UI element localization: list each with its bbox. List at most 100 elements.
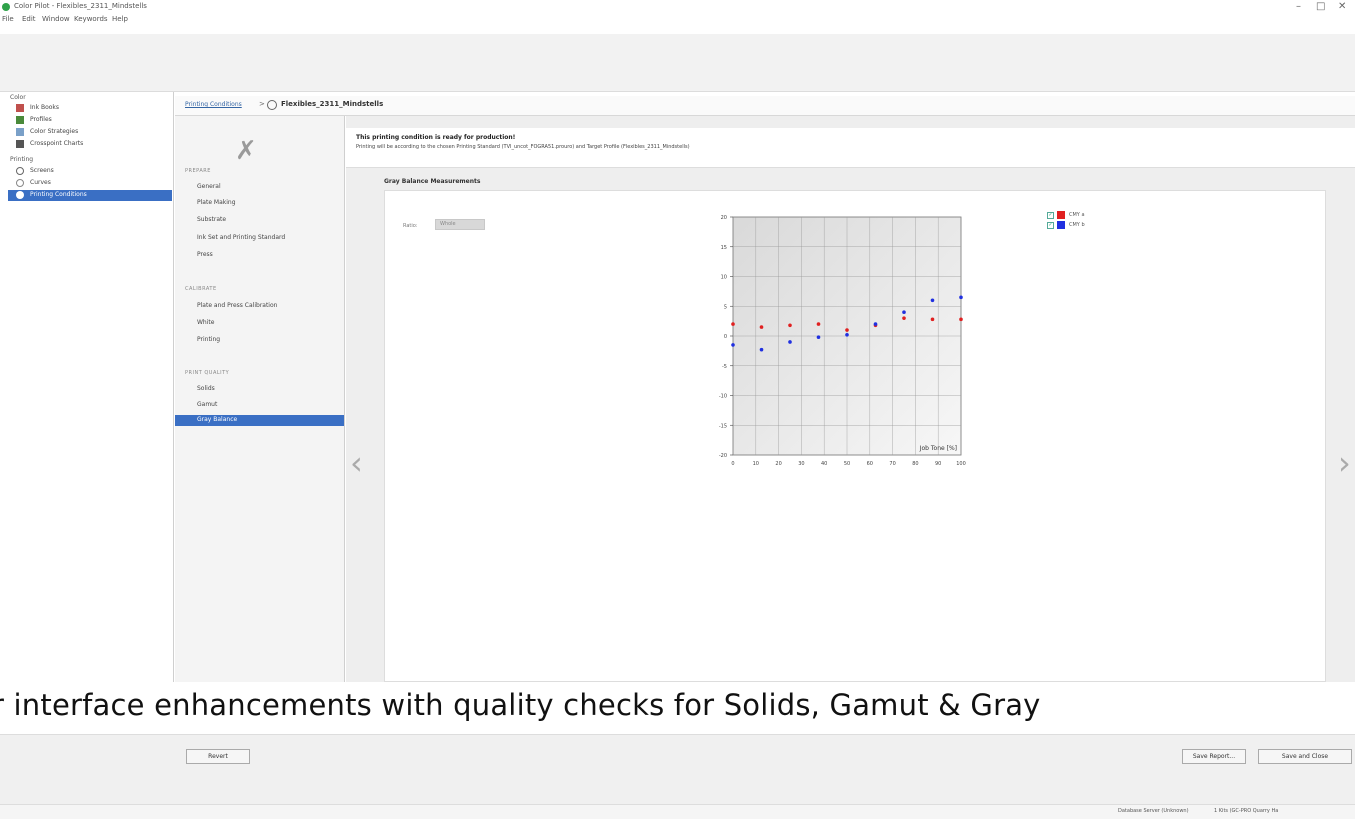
data-point-cmy-b xyxy=(759,347,764,352)
sidebar-item-label: Color Strategies xyxy=(30,128,79,135)
nav-item-press[interactable]: Press xyxy=(175,250,344,261)
data-point-cmy-b xyxy=(930,298,935,303)
caption-overlay: r interface enhancements with quality ch… xyxy=(0,682,1355,734)
save-and-close-button[interactable]: Save and Close xyxy=(1258,749,1352,764)
nav-item-printing[interactable]: Printing xyxy=(175,335,344,346)
strategy-icon xyxy=(16,128,24,136)
legend-item-cmy-a[interactable]: ✓ CMY a xyxy=(1047,211,1127,221)
ratio-select[interactable]: Whole xyxy=(435,219,485,230)
data-point-cmy-b xyxy=(959,295,963,300)
nav-item-label: General xyxy=(197,183,221,190)
curve-icon xyxy=(16,179,24,187)
main-content: This printing condition is ready for pro… xyxy=(346,116,1355,682)
sidebar-item-label: Profiles xyxy=(30,116,52,123)
nav-section-print-quality: PRINT QUALITY xyxy=(185,370,230,376)
profile-icon xyxy=(16,116,24,124)
nav-item-white[interactable]: White xyxy=(175,318,344,329)
chart-icon xyxy=(16,140,24,148)
minimize-button[interactable]: – xyxy=(1296,1,1301,12)
x-tick-label: 60 xyxy=(867,461,873,467)
maximize-button[interactable]: □ xyxy=(1316,1,1325,12)
data-point-cmy-a xyxy=(930,317,935,322)
close-button[interactable]: ✕ xyxy=(1338,1,1346,12)
menu-bar: File Edit Window Keywords Help xyxy=(0,14,1355,28)
gray-balance-chart: 0 10 20 30 40 50 60 70 80 90 10020151050-5-10-15-2… xyxy=(719,215,966,467)
nav-item-label: Printing xyxy=(197,336,221,343)
revert-button[interactable]: Revert xyxy=(186,749,250,764)
sidebar-item-screens[interactable]: Screens xyxy=(8,166,172,177)
nav-item-substrate[interactable]: Substrate xyxy=(175,215,344,226)
y-tick-label: -15 xyxy=(719,423,727,429)
chart-legend: ✓ CMY a ✓ CMY b xyxy=(1047,211,1127,231)
data-point-cmy-a xyxy=(959,317,963,322)
x-tick-label: 50 xyxy=(844,461,850,467)
y-tick-label: -20 xyxy=(719,453,727,459)
x-tick-label: 20 xyxy=(775,461,781,467)
printing-condition-icon xyxy=(267,100,277,110)
breadcrumb-current: Flexibles_2311_Mindstells xyxy=(281,100,384,108)
data-point-cmy-a xyxy=(902,316,906,320)
save-report-button[interactable]: Save Report... xyxy=(1182,749,1246,764)
nav-item-plate-press-calibration[interactable]: Plate and Press Calibration xyxy=(175,301,344,312)
legend-checkbox-cmy-b[interactable]: ✓ xyxy=(1047,222,1054,229)
data-point-cmy-b xyxy=(788,340,792,344)
menu-window[interactable]: Window xyxy=(42,15,70,23)
nav-item-label: Press xyxy=(197,251,213,258)
menu-file[interactable]: File xyxy=(2,15,14,23)
y-tick-label: -5 xyxy=(722,364,727,370)
data-point-cmy-b xyxy=(731,343,735,347)
nav-item-label: White xyxy=(197,319,215,326)
sidebar-item-label: Printing Conditions xyxy=(30,191,87,198)
legend-swatch-red xyxy=(1057,211,1065,219)
sidebar-item-label: Crosspoint Charts xyxy=(30,140,84,147)
data-point-cmy-b xyxy=(816,335,821,339)
status-bar: Database Server (Unknown) 1 Kits (GC-PRO… xyxy=(0,804,1355,819)
previous-arrow-icon[interactable]: ‹ xyxy=(350,444,363,482)
status-banner: This printing condition is ready for pro… xyxy=(346,128,1355,168)
data-point-cmy-a xyxy=(759,325,764,329)
y-tick-label: 5 xyxy=(724,304,727,310)
title-bar: Color Pilot - Flexibles_2311_Mindstells … xyxy=(0,0,1355,14)
sidebar-item-ink-books[interactable]: Ink Books xyxy=(8,103,172,114)
license-status: 1 Kits (GC-PRO Quarry Ha xyxy=(1214,808,1279,814)
nav-item-plate-making[interactable]: Plate Making xyxy=(175,198,344,209)
nav-item-label: Solids xyxy=(197,385,215,392)
sidebar-item-color-strategies[interactable]: Color Strategies xyxy=(8,127,172,138)
data-point-cmy-a xyxy=(816,322,821,326)
breadcrumb-parent-link[interactable]: Printing Conditions xyxy=(185,101,242,108)
x-tick-label: 40 xyxy=(821,461,827,467)
data-point-cmy-a xyxy=(788,323,792,328)
legend-item-cmy-b[interactable]: ✓ CMY b xyxy=(1047,221,1127,231)
x-tick-label: 10 xyxy=(753,461,759,467)
menu-edit[interactable]: Edit xyxy=(22,15,36,23)
y-tick-label: 0 xyxy=(724,334,727,340)
screen-icon xyxy=(16,167,24,175)
sidebar-item-label: Ink Books xyxy=(30,104,60,111)
nav-item-label: Gray Balance xyxy=(197,416,238,423)
sidebar-group-printing: Printing xyxy=(10,156,34,163)
nav-item-label: Ink Set and Printing Standard xyxy=(197,234,286,241)
sidebar-item-label: Curves xyxy=(30,179,51,186)
settings-nav-panel: ✗ PREPARE General Plate Making Substrate… xyxy=(175,116,345,682)
sidebar-item-curves[interactable]: Curves xyxy=(8,178,172,189)
nav-item-general[interactable]: General xyxy=(175,182,344,193)
nav-item-ink-set[interactable]: Ink Set and Printing Standard xyxy=(175,233,344,244)
window-title: Color Pilot - Flexibles_2311_Mindstells xyxy=(14,2,147,10)
next-arrow-icon[interactable]: › xyxy=(1338,444,1351,482)
legend-label: CMY a xyxy=(1069,212,1085,218)
x-tick-label: 30 xyxy=(798,461,804,467)
nav-item-solids[interactable]: Solids xyxy=(175,384,344,395)
sidebar-item-printing-conditions[interactable]: Printing Conditions xyxy=(8,190,172,201)
nav-item-label: Plate and Press Calibration xyxy=(197,302,278,309)
x-tick-label: 90 xyxy=(935,461,941,467)
breadcrumb-separator: > xyxy=(259,100,265,108)
nav-item-gamut[interactable]: Gamut xyxy=(175,400,344,411)
menu-help[interactable]: Help xyxy=(112,15,128,23)
sidebar: Color Ink Books Profiles Color Strategie… xyxy=(8,92,174,682)
nav-item-gray-balance[interactable]: Gray Balance xyxy=(175,415,344,426)
menu-keywords[interactable]: Keywords xyxy=(74,15,108,23)
sidebar-item-crosspoint-charts[interactable]: Crosspoint Charts xyxy=(8,139,172,150)
legend-checkbox-cmy-a[interactable]: ✓ xyxy=(1047,212,1054,219)
legend-label: CMY b xyxy=(1069,222,1085,228)
sidebar-item-profiles[interactable]: Profiles xyxy=(8,115,172,126)
